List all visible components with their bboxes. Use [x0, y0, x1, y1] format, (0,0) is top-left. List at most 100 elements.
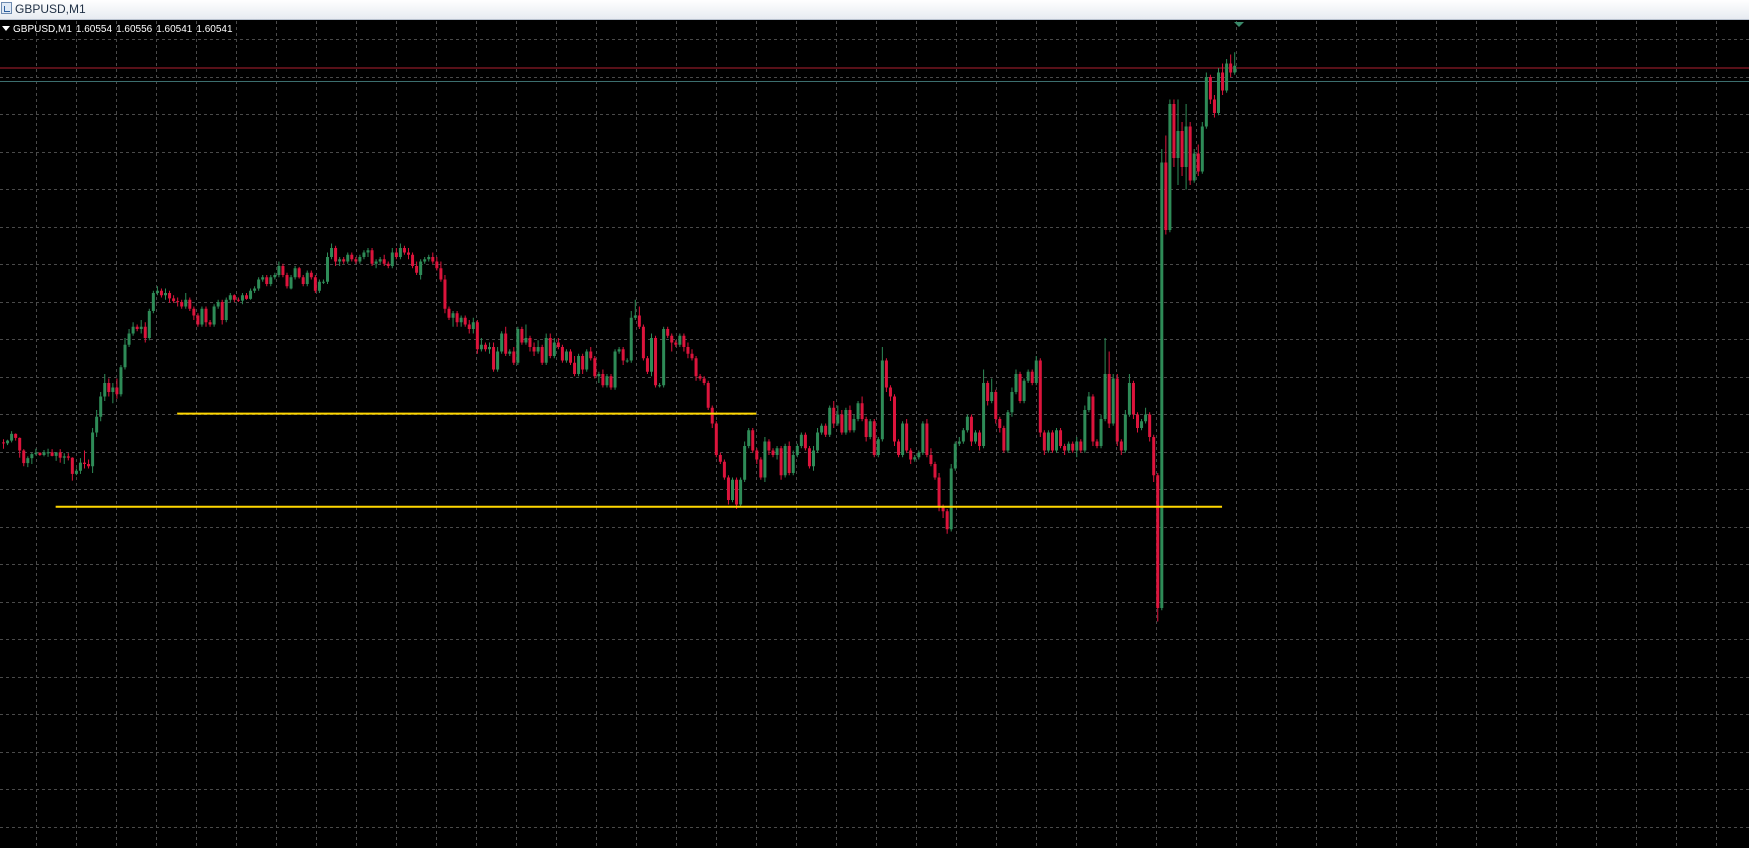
candle-body: [621, 349, 625, 361]
candle-body: [1148, 414, 1152, 437]
candle-body: [1099, 419, 1103, 446]
candle-body: [58, 452, 62, 458]
candle-body: [1208, 77, 1212, 100]
candle-body: [771, 450, 775, 455]
candle-body: [362, 252, 366, 257]
candle-body: [969, 416, 973, 442]
candle-body: [46, 452, 50, 454]
candle-body: [698, 376, 702, 379]
candle-body: [249, 290, 253, 299]
candle-body: [747, 430, 751, 446]
candle-body: [1136, 414, 1139, 428]
candle-body: [1204, 77, 1208, 127]
chart-area[interactable]: GBPUSD,M1 1.60554 1.60556 1.60541 1.60541: [0, 21, 1749, 848]
chart-high: 1.60556: [116, 24, 153, 35]
candle-body: [269, 277, 273, 284]
candle-body: [909, 450, 913, 460]
candle-body: [552, 342, 556, 356]
candle-body: [824, 425, 828, 435]
candle-body: [496, 351, 500, 370]
candle-body: [767, 441, 771, 451]
candle-body: [366, 250, 370, 253]
candle-body: [459, 317, 463, 323]
candle-body: [1160, 162, 1164, 608]
candle-body: [706, 383, 710, 408]
candle-body: [232, 295, 236, 300]
candle-body: [1119, 441, 1123, 451]
candle-body: [74, 470, 78, 474]
candle-body: [1026, 371, 1030, 381]
chart-shift-marker: [1234, 22, 1244, 27]
candle-body: [326, 257, 329, 282]
candle-body: [374, 261, 378, 264]
candle-body: [334, 248, 338, 262]
candle-body: [475, 322, 479, 350]
candle-body: [556, 342, 560, 347]
candle-body: [864, 419, 868, 437]
candle-body: [66, 456, 70, 458]
candle-body: [901, 423, 905, 455]
candle-body: [617, 349, 621, 352]
candle-body: [151, 293, 155, 311]
candle-body: [317, 281, 321, 291]
candle-body: [508, 351, 512, 354]
candle-body: [978, 432, 982, 446]
candle-body: [1083, 410, 1087, 451]
candle-body: [1123, 414, 1127, 451]
candle-body: [467, 324, 471, 329]
candle-body: [415, 266, 419, 273]
candle-body: [471, 322, 475, 329]
candle-body: [34, 452, 38, 455]
candle-body: [378, 259, 382, 262]
candle-body: [816, 432, 820, 451]
candle-body: [1038, 360, 1042, 433]
chart-open: 1.60554: [75, 24, 113, 35]
window-titlebar[interactable]: GBPUSD,M1: [0, 0, 1749, 20]
candle-body: [504, 333, 508, 354]
candle-body: [641, 326, 645, 359]
candle-body: [848, 410, 852, 431]
candle-body: [856, 403, 860, 419]
candle-body: [281, 266, 285, 275]
candle-body: [739, 479, 743, 505]
candle-body: [1010, 392, 1014, 413]
candle-body: [718, 455, 722, 462]
price-chart[interactable]: [0, 21, 1749, 848]
candle-body: [1087, 396, 1091, 410]
candle-body: [394, 252, 398, 257]
candle-body: [714, 423, 718, 455]
candle-body: [832, 407, 836, 424]
candle-body: [840, 414, 844, 433]
candle-body: [1225, 63, 1229, 91]
candle-body: [625, 360, 629, 362]
candle-body: [212, 306, 216, 325]
candle-body: [974, 432, 977, 442]
candle-body: [305, 272, 309, 284]
candle-body: [536, 347, 540, 352]
candle-body: [694, 358, 698, 377]
collapse-triangle-icon[interactable]: [2, 26, 10, 32]
candle-body: [783, 446, 787, 476]
candle-body: [402, 248, 406, 253]
candle-body: [358, 257, 362, 262]
candle-body: [1055, 430, 1058, 451]
candle-body: [123, 344, 127, 368]
candle-body: [342, 259, 346, 262]
candle-body: [1221, 72, 1225, 91]
candle-body: [1152, 437, 1156, 476]
candle-body: [188, 299, 192, 309]
candle-body: [172, 298, 176, 302]
chart-symbol: GBPUSD,M1: [13, 24, 72, 35]
candle-body: [828, 407, 832, 435]
candle-body: [961, 430, 965, 442]
candle-body: [633, 315, 637, 318]
candle-body: [1014, 374, 1018, 392]
candle-body: [560, 347, 564, 361]
candle-body: [629, 317, 633, 361]
candle-body: [386, 263, 390, 266]
candle-body: [346, 254, 350, 262]
candle-body: [208, 322, 212, 325]
candle-body: [1176, 131, 1180, 158]
candle-body: [1164, 162, 1168, 230]
candle-body: [751, 430, 755, 451]
